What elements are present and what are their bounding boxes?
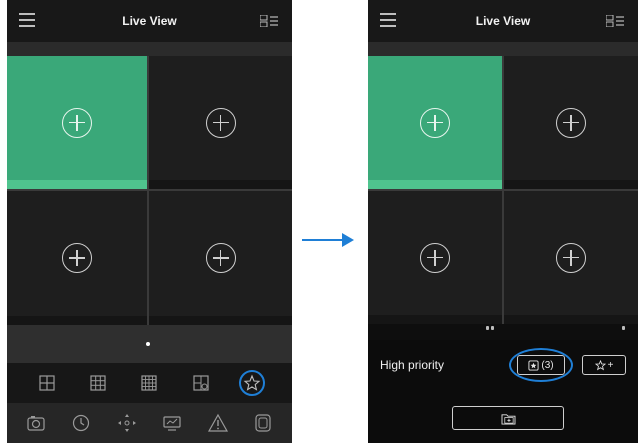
grid-4-icon[interactable] xyxy=(38,374,56,392)
page-dot[interactable] xyxy=(146,342,150,346)
stream-indicator-icon xyxy=(131,318,141,331)
stream-indicator-icon xyxy=(486,317,496,330)
camera-grid xyxy=(7,56,292,331)
highlight-ring xyxy=(239,370,266,396)
add-camera-icon[interactable] xyxy=(62,107,92,138)
left-phone-screen: Live View xyxy=(7,0,292,443)
add-favorite-button[interactable]: + xyxy=(582,355,626,375)
favorites-button[interactable] xyxy=(239,370,266,396)
camera-tile-1[interactable] xyxy=(7,56,147,195)
grid-9-icon[interactable] xyxy=(89,374,107,392)
hamburger-menu-icon[interactable] xyxy=(19,13,35,27)
stream-indicator-icon xyxy=(276,182,286,195)
add-camera-icon[interactable] xyxy=(205,243,236,273)
add-folder-button[interactable] xyxy=(452,406,564,430)
custom-layout-icon[interactable] xyxy=(192,374,210,392)
more-icon[interactable] xyxy=(252,412,274,434)
add-camera-icon[interactable] xyxy=(420,107,450,138)
priority-label: High priority xyxy=(380,358,445,372)
favorite-count: (3) xyxy=(541,359,554,371)
stream-indicator-icon xyxy=(486,182,496,195)
add-camera-icon[interactable] xyxy=(556,107,586,138)
add-camera-icon[interactable] xyxy=(556,242,586,273)
display-icon[interactable] xyxy=(161,412,183,434)
bottom-toolbar xyxy=(7,403,292,443)
camera-grid xyxy=(368,56,638,330)
stream-indicator-icon xyxy=(276,318,286,331)
camera-tile-3[interactable] xyxy=(368,191,502,330)
page-title: Live View xyxy=(475,14,531,28)
layout-list-icon[interactable] xyxy=(260,15,278,27)
star-icon xyxy=(594,359,606,370)
camera-tile-4[interactable] xyxy=(149,191,292,331)
sub-bar xyxy=(7,42,292,56)
stream-indicator-icon xyxy=(622,182,632,195)
add-camera-icon[interactable] xyxy=(62,243,92,273)
camera-tile-2[interactable] xyxy=(504,56,638,195)
hamburger-menu-icon[interactable] xyxy=(380,13,396,27)
add-favorite-label: + xyxy=(607,359,614,371)
camera-tile-2[interactable] xyxy=(149,56,292,195)
favorites-panel: High priority (3) + xyxy=(368,340,638,443)
page-indicator xyxy=(7,325,292,363)
camera-tile-4[interactable] xyxy=(504,191,638,330)
stream-indicator-icon xyxy=(131,182,141,195)
sub-bar xyxy=(368,42,638,56)
layout-list-icon[interactable] xyxy=(606,15,624,27)
favorite-list-icon xyxy=(528,359,539,371)
camera-tile-3[interactable] xyxy=(7,191,147,331)
ptz-icon[interactable] xyxy=(116,412,138,434)
camera-tile-1[interactable] xyxy=(368,56,502,195)
stream-indicator-icon xyxy=(622,317,632,330)
grid-16-icon[interactable] xyxy=(140,374,158,392)
add-camera-icon[interactable] xyxy=(420,242,450,273)
favorite-count-button[interactable]: (3) xyxy=(517,355,565,375)
snapshot-icon[interactable] xyxy=(25,412,47,434)
layout-selector xyxy=(7,363,292,403)
playback-icon[interactable] xyxy=(70,412,92,434)
top-bar: Live View xyxy=(7,0,292,42)
add-folder-icon xyxy=(501,413,515,425)
right-phone-screen: Live View High priority (3) + xyxy=(368,0,638,443)
alarm-icon[interactable] xyxy=(207,412,229,434)
transition-arrow-icon xyxy=(302,233,354,247)
add-camera-icon[interactable] xyxy=(205,107,236,138)
top-bar: Live View xyxy=(368,0,638,42)
page-title: Live View xyxy=(122,14,177,28)
